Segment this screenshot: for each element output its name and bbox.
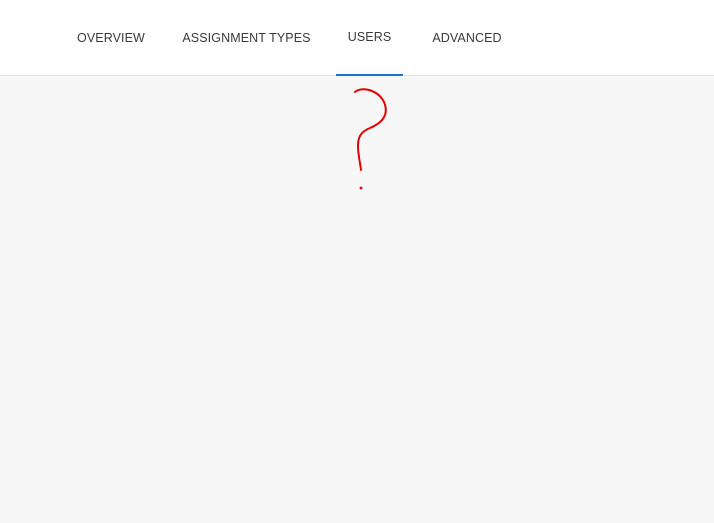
page: OVERVIEW ASSIGNMENT TYPES USERS ADVANCED <box>0 0 714 523</box>
tab-overview[interactable]: OVERVIEW <box>72 0 150 76</box>
tab-users[interactable]: USERS <box>336 0 403 76</box>
tab-bar: OVERVIEW ASSIGNMENT TYPES USERS ADVANCED <box>0 0 714 76</box>
question-mark-scribble-icon <box>354 88 387 190</box>
tab-advanced[interactable]: ADVANCED <box>426 0 508 76</box>
tab-assignment-types[interactable]: ASSIGNMENT TYPES <box>180 0 313 76</box>
